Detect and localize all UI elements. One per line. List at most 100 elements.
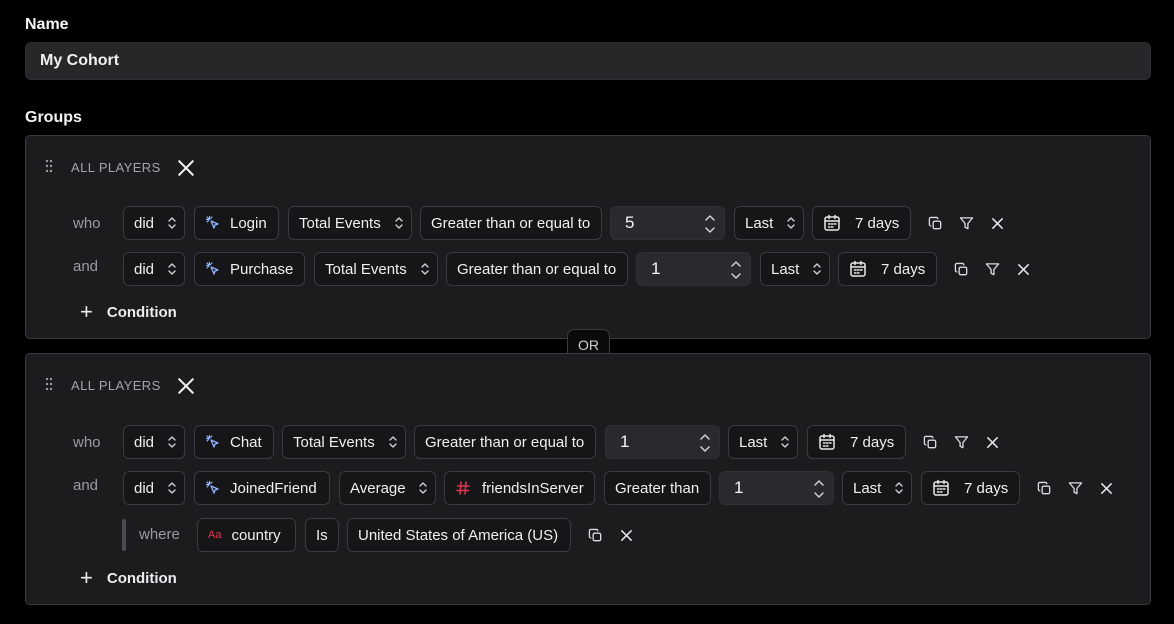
date-range-button[interactable]: 7 days bbox=[812, 206, 911, 240]
did-select[interactable]: did bbox=[123, 425, 185, 459]
operator-select[interactable]: Greater than bbox=[604, 471, 711, 505]
filter-icon bbox=[959, 216, 974, 231]
drag-handle-icon[interactable] bbox=[45, 159, 53, 173]
group-header: ALL PLAYERS bbox=[71, 160, 161, 175]
remove-condition-button[interactable] bbox=[987, 213, 1007, 233]
event-select[interactable]: Purchase bbox=[194, 252, 305, 286]
close-icon bbox=[990, 216, 1005, 231]
copy-icon bbox=[1037, 481, 1052, 496]
period-select[interactable]: Last bbox=[728, 425, 798, 459]
group-1: ALL PLAYERS who did Login Total Events G… bbox=[25, 135, 1151, 339]
operator-select[interactable]: Greater than or equal to bbox=[420, 206, 602, 240]
value-stepper[interactable]: 1 bbox=[636, 252, 751, 286]
did-select[interactable]: did bbox=[123, 206, 185, 240]
stepper-arrows-icon[interactable] bbox=[813, 478, 825, 500]
cohort-name-value: My Cohort bbox=[40, 52, 120, 69]
metric-select[interactable]: Total Events bbox=[314, 252, 438, 286]
text-type-icon: Aa bbox=[208, 529, 222, 541]
remove-where-button[interactable] bbox=[616, 525, 636, 545]
property-select[interactable]: friendsInServer bbox=[444, 471, 595, 505]
duplicate-button[interactable] bbox=[585, 525, 605, 545]
duplicate-button[interactable] bbox=[1034, 478, 1054, 498]
chevron-updown-icon bbox=[895, 481, 903, 495]
chevron-updown-icon bbox=[389, 435, 397, 449]
condition-row: who did Chat Total Events Greater than o… bbox=[26, 425, 1152, 459]
condition-row: who did Login Total Events Greater than … bbox=[26, 206, 1152, 240]
drag-handle-icon[interactable] bbox=[45, 377, 53, 391]
close-icon bbox=[1016, 262, 1031, 277]
where-field-select[interactable]: Aa country bbox=[197, 518, 296, 552]
where-label: where bbox=[139, 526, 180, 543]
value-stepper[interactable]: 1 bbox=[719, 471, 834, 505]
period-select[interactable]: Last bbox=[842, 471, 912, 505]
remove-condition-button[interactable] bbox=[1096, 478, 1116, 498]
chevron-updown-icon bbox=[168, 481, 176, 495]
remove-condition-button[interactable] bbox=[1013, 259, 1033, 279]
date-range-button[interactable]: 7 days bbox=[838, 252, 937, 286]
event-select[interactable]: Chat bbox=[194, 425, 274, 459]
chevron-updown-icon bbox=[419, 481, 427, 495]
calendar-icon bbox=[818, 433, 836, 451]
period-select[interactable]: Last bbox=[734, 206, 804, 240]
filter-button[interactable] bbox=[956, 213, 976, 233]
close-icon bbox=[985, 435, 1000, 450]
filter-icon bbox=[954, 435, 969, 450]
event-select[interactable]: JoinedFriend bbox=[194, 471, 330, 505]
duplicate-button[interactable] bbox=[925, 213, 945, 233]
copy-icon bbox=[588, 528, 603, 543]
where-value-select[interactable]: United States of America (US) bbox=[347, 518, 571, 552]
condition-row: and did Purchase Total Events Greater th… bbox=[26, 252, 1152, 286]
operator-select[interactable]: Greater than or equal to bbox=[414, 425, 596, 459]
date-range-button[interactable]: 7 days bbox=[921, 471, 1020, 505]
add-condition-button[interactable]: + Condition bbox=[80, 567, 177, 589]
metric-select[interactable]: Total Events bbox=[288, 206, 412, 240]
copy-icon bbox=[928, 216, 943, 231]
filter-icon bbox=[1068, 481, 1083, 496]
event-cursor-icon bbox=[205, 480, 221, 496]
remove-group-button[interactable] bbox=[176, 158, 196, 178]
period-select[interactable]: Last bbox=[760, 252, 830, 286]
filter-button[interactable] bbox=[951, 432, 971, 452]
calendar-icon bbox=[823, 214, 841, 232]
chevron-updown-icon bbox=[168, 435, 176, 449]
remove-condition-button[interactable] bbox=[982, 432, 1002, 452]
chevron-updown-icon bbox=[813, 262, 821, 276]
operator-select[interactable]: Greater than or equal to bbox=[446, 252, 628, 286]
where-operator-select[interactable]: Is bbox=[305, 518, 339, 552]
group-2: ALL PLAYERS who did Chat Total Events Gr… bbox=[25, 353, 1151, 605]
duplicate-button[interactable] bbox=[951, 259, 971, 279]
close-icon bbox=[619, 528, 634, 543]
event-cursor-icon bbox=[205, 261, 221, 277]
value-stepper[interactable]: 1 bbox=[605, 425, 720, 459]
conjunction-label: who bbox=[73, 215, 101, 232]
remove-group-button[interactable] bbox=[176, 376, 196, 396]
conjunction-label: who bbox=[73, 434, 101, 451]
calendar-icon bbox=[849, 260, 867, 278]
chevron-updown-icon bbox=[395, 216, 403, 230]
stepper-arrows-icon[interactable] bbox=[704, 213, 716, 235]
chevron-updown-icon bbox=[787, 216, 795, 230]
duplicate-button[interactable] bbox=[920, 432, 940, 452]
conjunction-label: and bbox=[73, 258, 99, 275]
group-header: ALL PLAYERS bbox=[71, 378, 161, 393]
stepper-arrows-icon[interactable] bbox=[699, 432, 711, 454]
conjunction-label: and bbox=[73, 477, 99, 494]
event-select[interactable]: Login bbox=[194, 206, 279, 240]
metric-select[interactable]: Average bbox=[339, 471, 436, 505]
filter-button[interactable] bbox=[1065, 478, 1085, 498]
add-condition-button[interactable]: + Condition bbox=[80, 301, 177, 323]
did-select[interactable]: did bbox=[123, 471, 185, 505]
stepper-arrows-icon[interactable] bbox=[730, 259, 742, 281]
close-icon bbox=[177, 159, 195, 177]
close-icon bbox=[177, 377, 195, 395]
cohort-name-input[interactable]: My Cohort bbox=[25, 42, 1151, 80]
date-range-button[interactable]: 7 days bbox=[807, 425, 906, 459]
name-label: Name bbox=[25, 16, 69, 33]
calendar-icon bbox=[932, 479, 950, 497]
did-select[interactable]: did bbox=[123, 252, 185, 286]
chevron-updown-icon bbox=[168, 262, 176, 276]
value-stepper[interactable]: 5 bbox=[610, 206, 725, 240]
chevron-updown-icon bbox=[781, 435, 789, 449]
filter-button[interactable] bbox=[982, 259, 1002, 279]
metric-select[interactable]: Total Events bbox=[282, 425, 406, 459]
